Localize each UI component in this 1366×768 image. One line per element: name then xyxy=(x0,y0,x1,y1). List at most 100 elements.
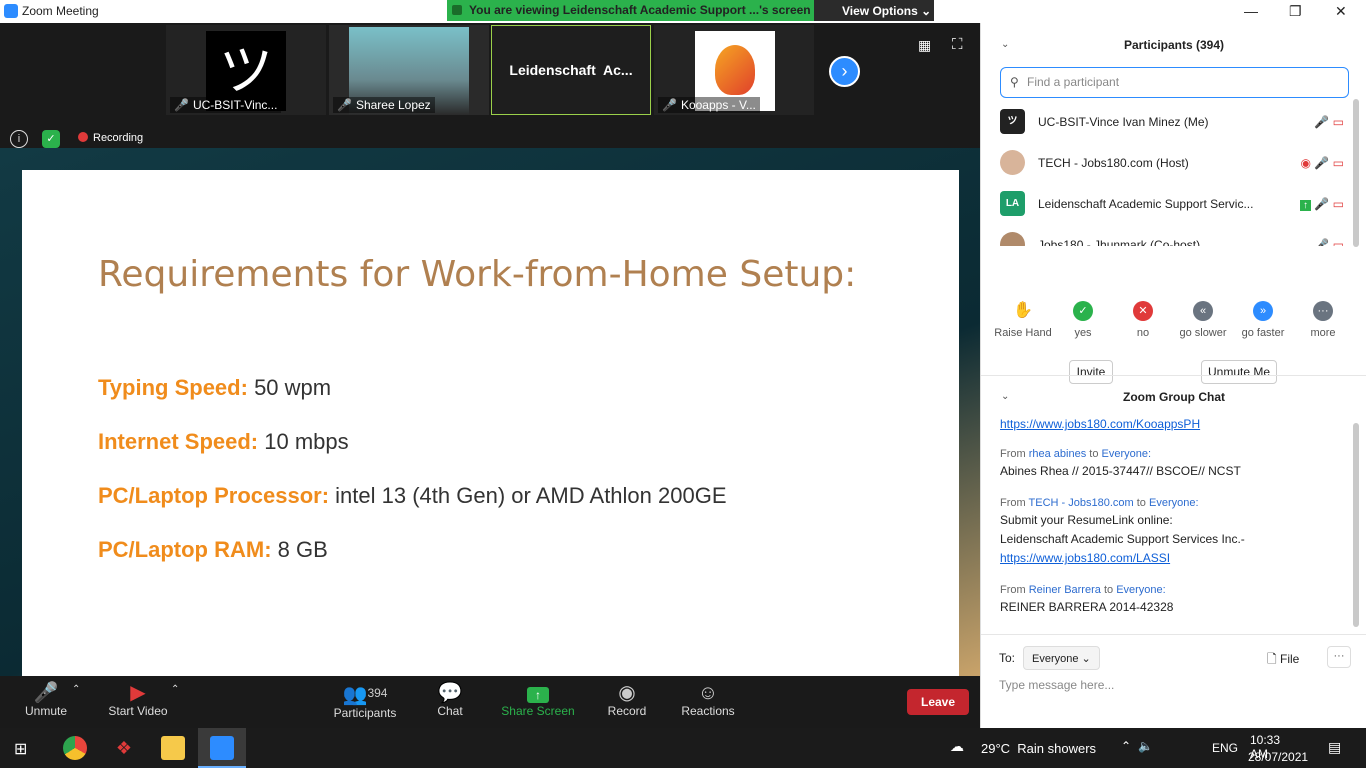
file-button[interactable]: 🗋 File xyxy=(1267,650,1299,671)
presentation-slide: Requirements for Work-from-Home Setup: T… xyxy=(22,170,959,676)
garena-icon[interactable]: ❖ xyxy=(112,736,136,760)
reaction-more[interactable]: ··· more xyxy=(1303,301,1343,339)
video-strip: ツ 🎤 UC-BSIT-Vinc... 🎤 Sharee Lopez Leidens… xyxy=(0,23,980,148)
reaction-label: more xyxy=(1310,327,1336,339)
reaction-raise-hand[interactable]: ✋ Raise Hand xyxy=(993,301,1053,339)
chrome-icon[interactable] xyxy=(63,736,87,760)
unmute-me-button[interactable]: Unmute Me xyxy=(1201,360,1277,384)
chat-button[interactable]: 💬 Chat xyxy=(430,682,470,718)
participant-row[interactable]: Jobs180 - Jhunmark (Co-host) 🎤 ▭ xyxy=(1000,226,1350,246)
tile-name: Kooapps - V... xyxy=(680,98,756,112)
meeting-toolbar: 🎤 Unmute ⌃ ▶ Start Video ⌃ 👥394 Participant… xyxy=(0,676,980,728)
participant-row[interactable]: LA Leidenschaft Academic Support Servic.… xyxy=(1000,185,1350,221)
mic-muted-icon: 🎤 xyxy=(174,98,189,112)
reaction-yes[interactable]: ✓ yes xyxy=(1063,301,1103,339)
video-tile[interactable]: ツ 🎤 UC-BSIT-Vinc... xyxy=(166,25,326,115)
requirement-value: 8 GB xyxy=(277,537,328,562)
share-screen-button[interactable]: ↑ Share Screen xyxy=(500,682,576,718)
minimize-icon[interactable]: — xyxy=(1244,3,1258,19)
participants-button[interactable]: 👥394 Participants xyxy=(330,682,400,720)
clock-date[interactable]: 28/07/2021 xyxy=(1248,750,1308,764)
view-options-button[interactable]: View Options ⌄ xyxy=(814,0,934,21)
more-options-icon[interactable]: ··· xyxy=(1327,646,1351,668)
mic-muted-icon: 🎤 xyxy=(1314,115,1330,129)
participant-row[interactable]: ツ UC-BSIT-Vince Ivan Minez (Me) 🎤 ▭ xyxy=(1000,103,1350,139)
requirement-item: Typing Speed: 50 wpm xyxy=(98,375,331,401)
reaction-label: go slower xyxy=(1179,327,1227,339)
reactions-label: Reactions xyxy=(681,704,735,718)
notifications-icon[interactable]: ▤ xyxy=(1328,739,1341,756)
divider xyxy=(981,634,1366,635)
info-icon[interactable]: i xyxy=(10,130,28,148)
participant-search-input[interactable]: Find a participant xyxy=(1000,67,1349,98)
chevron-down-icon: ⌄ xyxy=(1081,653,1091,665)
avatar: ツ xyxy=(1000,109,1025,134)
mic-icon: 🎤 xyxy=(1314,197,1330,211)
leave-button[interactable]: Leave xyxy=(907,689,969,715)
chat-link[interactable]: https://www.jobs180.com/KooappsPH xyxy=(1000,417,1200,431)
x-icon: ✕ xyxy=(1133,301,1153,321)
start-video-label: Start Video xyxy=(108,704,168,718)
video-tile[interactable]: 🎤 Sharee Lopez xyxy=(329,25,489,115)
from-label: From xyxy=(1000,497,1026,509)
volume-icon[interactable]: 🔈 xyxy=(1138,739,1153,753)
message-link[interactable]: https://www.jobs180.com/LASSI xyxy=(1000,551,1170,565)
recipient-dropdown[interactable]: Everyone ⌄ xyxy=(1023,646,1100,670)
chat-icon: 💬 xyxy=(437,682,463,704)
sender-name[interactable]: TECH - Jobs180.com xyxy=(1029,497,1134,509)
participant-name: Leidenschaft Academic Support Servic... xyxy=(1038,197,1254,211)
windows-taskbar: ⊞ ❖ xyxy=(0,728,1366,768)
start-video-button[interactable]: ▶ Start Video xyxy=(104,682,172,718)
message-text: Leidenschaft Academic Support Services I… xyxy=(1000,532,1245,546)
layout-icon[interactable]: ▦ xyxy=(918,37,931,54)
reaction-no[interactable]: ✕ no xyxy=(1123,301,1163,339)
video-options-caret-icon[interactable]: ⌃ xyxy=(171,684,179,695)
video-tile-active-speaker[interactable]: Leidenschaft Ac... xyxy=(491,25,651,115)
security-shield-icon[interactable]: ✓ xyxy=(42,130,60,148)
chat-scrollbar[interactable] xyxy=(1353,423,1359,627)
chat-label: Chat xyxy=(437,704,463,718)
requirement-item: PC/Laptop RAM: 8 GB xyxy=(98,537,328,563)
audio-options-caret-icon[interactable]: ⌃ xyxy=(72,684,80,695)
fullscreen-icon[interactable]: ⛶ xyxy=(952,36,963,53)
sender-name[interactable]: rhea abines xyxy=(1029,448,1087,460)
record-dot-icon xyxy=(78,132,88,142)
recording-indicator: Recording xyxy=(78,132,143,144)
sender-name[interactable]: Reiner Barrera xyxy=(1029,584,1101,596)
avatar: LA xyxy=(1000,191,1025,216)
message-input[interactable]: Type message here... xyxy=(999,678,1114,692)
reaction-go-faster[interactable]: » go faster xyxy=(1233,301,1293,339)
recording-label: Recording xyxy=(93,132,144,144)
restore-icon[interactable]: ❐ xyxy=(1289,3,1302,20)
requirement-label: Internet Speed: xyxy=(98,429,259,454)
participant-row[interactable]: TECH - Jobs180.com (Host) ◉ 🎤 ▭ xyxy=(1000,144,1350,180)
reaction-go-slower[interactable]: « go slower xyxy=(1173,301,1233,339)
unmute-button[interactable]: 🎤 Unmute xyxy=(20,682,72,718)
view-options-label: View Options xyxy=(842,4,918,18)
tile-name: Sharee Lopez xyxy=(355,98,431,112)
reactions-button[interactable]: ☺ Reactions xyxy=(680,682,736,718)
language-indicator[interactable]: ENG xyxy=(1212,741,1238,755)
chat-link-text[interactable]: https://www.jobs180.com/KooappsPH xyxy=(1000,417,1200,431)
video-off-icon: ▭ xyxy=(1332,238,1344,246)
file-explorer-icon[interactable] xyxy=(161,736,185,760)
zoom-taskbar-item[interactable] xyxy=(198,728,246,768)
close-icon[interactable]: ✕ xyxy=(1335,3,1347,20)
requirement-label: PC/Laptop Processor: xyxy=(98,483,330,508)
chevron-up-icon[interactable]: ⌃ xyxy=(1121,739,1131,753)
recipient-name: Everyone: xyxy=(1116,584,1166,596)
windows-start-icon[interactable]: ⊞ xyxy=(14,739,27,759)
invite-button[interactable]: Invite xyxy=(1069,360,1113,384)
record-button[interactable]: ◉ Record xyxy=(605,682,649,718)
mic-muted-icon: 🎤 xyxy=(33,682,59,704)
participants-scrollbar[interactable] xyxy=(1353,99,1359,247)
requirement-item: Internet Speed: 10 mbps xyxy=(98,429,349,455)
participants-icon: 👥 xyxy=(342,684,368,706)
next-page-arrow-icon[interactable]: › xyxy=(829,56,860,87)
window-title: Zoom Meeting xyxy=(22,4,99,18)
video-tile[interactable]: 🎤 Kooapps - V... xyxy=(654,25,814,115)
check-icon: ✓ xyxy=(1073,301,1093,321)
share-screen-label: Share Screen xyxy=(501,704,575,718)
weather-text[interactable]: 29°C Rain showers xyxy=(981,741,1096,756)
chat-message: From rhea abines to Everyone: Abines Rhe… xyxy=(1000,448,1241,478)
